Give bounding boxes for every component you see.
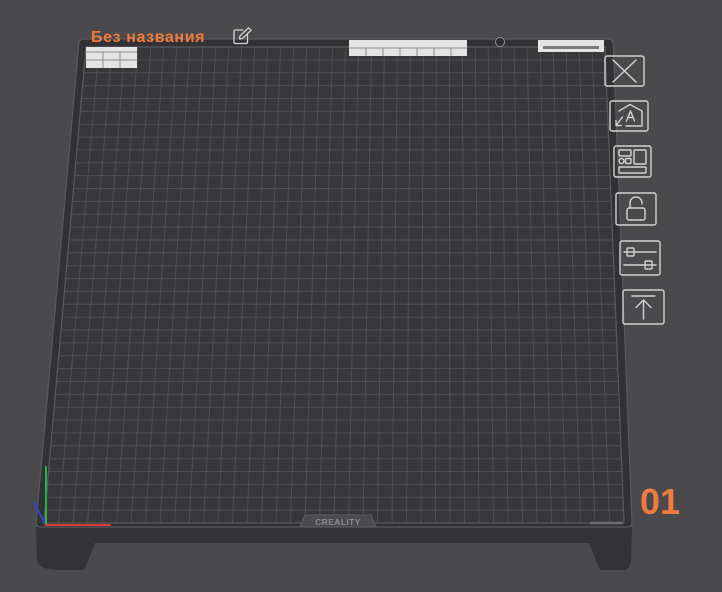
logo-text: CREALITY xyxy=(315,517,361,527)
delete-plate-button[interactable] xyxy=(604,55,645,87)
move-to-top-button[interactable] xyxy=(622,289,665,325)
auto-orient-icon xyxy=(609,100,649,132)
build-plate[interactable]: CREALITY xyxy=(35,37,633,571)
auto-orient-button[interactable] xyxy=(609,100,649,132)
arrange-icon xyxy=(613,145,652,178)
plate-sticker-left xyxy=(86,47,137,68)
lock-plate-button[interactable] xyxy=(615,192,657,226)
project-title: Без названия xyxy=(91,29,206,46)
unlock-icon xyxy=(615,192,657,226)
plate-sticker-center xyxy=(349,40,467,56)
plate-settings-button[interactable] xyxy=(619,240,661,276)
plate-pin xyxy=(495,37,505,47)
plate-sticker-right xyxy=(538,40,604,52)
arrange-button[interactable] xyxy=(613,145,652,178)
grid-line-vertical xyxy=(448,46,451,524)
sliders-icon xyxy=(619,240,661,276)
move-to-top-icon xyxy=(622,289,665,325)
edit-name-button[interactable] xyxy=(232,27,253,45)
plate-number: 01 xyxy=(640,481,681,522)
grid-area xyxy=(44,47,624,523)
creality-logo: CREALITY xyxy=(299,514,377,528)
edit-icon xyxy=(233,27,252,45)
close-icon xyxy=(604,55,645,87)
plate-base xyxy=(36,527,632,570)
viewport-3d[interactable]: CREALITY xyxy=(0,0,722,592)
